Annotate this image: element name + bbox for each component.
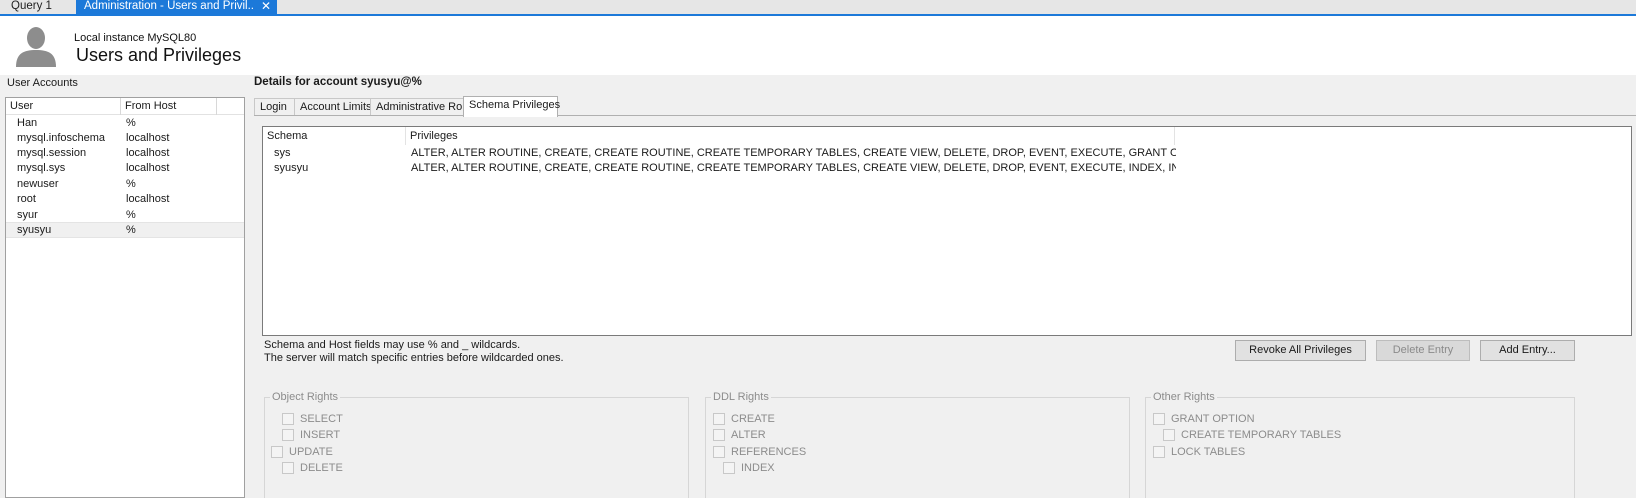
- object-rights-group: Object Rights SELECT INSERT UPDATE DELET…: [264, 391, 689, 498]
- document-tab-strip: Query 1 Administration - Users and Privi…: [0, 0, 1636, 16]
- table-header: Schema Privileges: [263, 127, 1631, 145]
- delete-entry-button[interactable]: Delete Entry: [1376, 340, 1470, 361]
- wildcard-hint: Schema and Host fields may use % and _ w…: [264, 339, 521, 351]
- tab-query-1[interactable]: Query 1: [4, 0, 72, 14]
- checkbox[interactable]: [713, 446, 725, 458]
- account-host: %: [126, 224, 136, 236]
- checkbox[interactable]: [1153, 413, 1165, 425]
- tab-schema-privileges[interactable]: Schema Privileges: [463, 96, 560, 117]
- account-host: localhost: [126, 147, 170, 159]
- checkbox[interactable]: [1163, 429, 1175, 441]
- revoke-all-privileges-button[interactable]: Revoke All Privileges: [1235, 340, 1366, 361]
- checkbox[interactable]: [282, 413, 294, 425]
- checkbox[interactable]: [282, 429, 294, 441]
- close-icon[interactable]: ✕: [261, 0, 271, 13]
- checkbox[interactable]: [271, 446, 283, 458]
- tab-administrative-roles[interactable]: Administrative Roles: [370, 98, 476, 116]
- checkbox-label: CREATE TEMPORARY TABLES: [1181, 429, 1342, 441]
- checkbox[interactable]: [713, 413, 725, 425]
- checkbox-label: DELETE: [300, 462, 343, 474]
- privileges-cell: ALTER, ALTER ROUTINE, CREATE, CREATE ROU…: [411, 147, 1176, 159]
- schema-privileges-table[interactable]: Schema Privileges sys ALTER, ALTER ROUTI…: [262, 126, 1632, 336]
- account-row-selected[interactable]: syusyu %: [6, 222, 244, 238]
- group-title: DDL Rights: [711, 391, 771, 403]
- column-header-privileges[interactable]: Privileges: [410, 130, 458, 142]
- account-host: localhost: [126, 132, 170, 144]
- details-heading: Details for account syusyu@%: [254, 76, 422, 88]
- column-header-schema[interactable]: Schema: [267, 130, 307, 142]
- tab-administration-users[interactable]: Administration - Users and Privil... ✕: [76, 0, 277, 14]
- account-user: root: [17, 193, 36, 205]
- account-host: %: [126, 117, 136, 129]
- tab-admin-label: Administration - Users and Privil...: [84, 0, 254, 12]
- account-user: syur: [17, 209, 38, 221]
- tab-login[interactable]: Login: [254, 98, 295, 116]
- account-host: %: [126, 178, 136, 190]
- checkbox[interactable]: [282, 462, 294, 474]
- account-row[interactable]: mysql.infoschema localhost: [6, 131, 244, 147]
- account-host: localhost: [126, 193, 170, 205]
- account-row[interactable]: mysql.sys localhost: [6, 161, 244, 177]
- checkbox-label: INDEX: [741, 462, 775, 474]
- checkbox-label: REFERENCES: [731, 446, 807, 458]
- account-user: newuser: [17, 178, 59, 190]
- page-header: Local instance MySQL80 Users and Privile…: [0, 17, 1636, 75]
- checkbox-label: SELECT: [300, 413, 343, 425]
- tab-account-limits[interactable]: Account Limits: [294, 98, 372, 116]
- user-avatar-icon: [16, 27, 56, 67]
- column-separator[interactable]: [120, 98, 121, 115]
- wildcard-hint-2: The server will match specific entries b…: [264, 352, 564, 364]
- schema-cell: sys: [274, 147, 291, 159]
- account-host: localhost: [126, 162, 170, 174]
- add-entry-button[interactable]: Add Entry...: [1480, 340, 1575, 361]
- schema-privileges-pane: Schema Privileges sys ALTER, ALTER ROUTI…: [254, 115, 1636, 498]
- column-separator[interactable]: [216, 98, 217, 115]
- column-separator[interactable]: [405, 127, 406, 145]
- ddl-rights-group: DDL Rights CREATE ALTER REFERENCES INDEX: [705, 391, 1130, 498]
- privileges-cell: ALTER, ALTER ROUTINE, CREATE, CREATE ROU…: [411, 162, 1176, 174]
- user-accounts-label: User Accounts: [7, 77, 78, 89]
- account-host: %: [126, 209, 136, 221]
- account-details-panel: Details for account syusyu@% Login Accou…: [250, 75, 1636, 498]
- checkbox-label: GRANT OPTION: [1171, 413, 1255, 425]
- account-user: syusyu: [17, 224, 52, 236]
- account-row[interactable]: root localhost: [6, 192, 244, 208]
- account-user: mysql.infoschema: [17, 132, 106, 144]
- checkbox[interactable]: [713, 429, 725, 441]
- account-user: mysql.session: [17, 147, 87, 159]
- checkbox-label: CREATE: [731, 413, 775, 425]
- user-accounts-panel: User Accounts User From Host Han % mysql…: [0, 75, 250, 498]
- account-row[interactable]: newuser %: [6, 177, 244, 193]
- account-row[interactable]: Han %: [6, 116, 244, 132]
- page-title: Users and Privileges: [76, 45, 242, 65]
- table-row[interactable]: syusyu ALTER, ALTER ROUTINE, CREATE, CRE…: [263, 162, 1631, 178]
- checkbox-label: INSERT: [300, 429, 341, 441]
- group-title: Other Rights: [1151, 391, 1217, 403]
- schema-cell: syusyu: [274, 162, 309, 174]
- checkbox-label: UPDATE: [289, 446, 333, 458]
- instance-name: Local instance MySQL80: [74, 32, 197, 44]
- checkbox-label: ALTER: [731, 429, 766, 441]
- checkbox[interactable]: [1153, 446, 1165, 458]
- other-rights-group: Other Rights GRANT OPTION CREATE TEMPORA…: [1145, 391, 1575, 498]
- list-header: User From Host: [6, 98, 244, 115]
- column-separator[interactable]: [1174, 127, 1175, 145]
- column-header-from-host[interactable]: From Host: [125, 100, 176, 112]
- checkbox-label: LOCK TABLES: [1171, 446, 1246, 458]
- account-row[interactable]: mysql.session localhost: [6, 146, 244, 162]
- user-accounts-list[interactable]: User From Host Han % mysql.infoschema lo…: [5, 97, 245, 498]
- column-header-user[interactable]: User: [10, 100, 33, 112]
- account-user: mysql.sys: [17, 162, 66, 174]
- account-user: Han: [17, 117, 38, 129]
- table-row[interactable]: sys ALTER, ALTER ROUTINE, CREATE, CREATE…: [263, 147, 1631, 163]
- group-title: Object Rights: [270, 391, 341, 403]
- checkbox[interactable]: [723, 462, 735, 474]
